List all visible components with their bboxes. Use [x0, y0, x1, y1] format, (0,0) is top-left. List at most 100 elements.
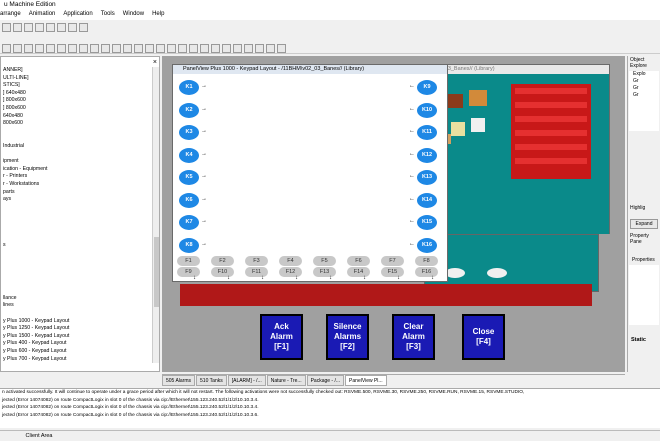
explorer-tree-item[interactable]: y Plus 700 - Keypad Layout [1, 356, 159, 364]
function-key-top[interactable]: F2 [211, 256, 234, 266]
menu-arrange[interactable]: arrange [0, 11, 21, 20]
keypad-layout-window[interactable]: PanelView Plus 1000 - Keypad Layout - /1… [172, 64, 448, 282]
keypad-key-right[interactable]: K14 [417, 192, 437, 208]
explorer-tree-item[interactable] [1, 211, 159, 219]
menu-window[interactable]: Window [123, 11, 144, 20]
explorer-tree-item[interactable]: y Plus 600 - Keypad Layout [1, 348, 159, 356]
explorer-tree-item[interactable] [1, 272, 159, 280]
explorer-tree-item[interactable]: r - Workstations [1, 181, 159, 189]
silence-alarms-button[interactable]: Silence Alarms [F2] [326, 314, 369, 360]
function-key-top[interactable]: F1 [177, 256, 200, 266]
function-key-bottom[interactable]: F9 [177, 267, 200, 277]
zoom-in-icon[interactable] [134, 43, 143, 53]
bring-front-icon[interactable] [222, 43, 231, 53]
tab-alarm[interactable]: [ALARM] - /... [227, 375, 266, 386]
keypad-key-left[interactable]: K6 [179, 192, 199, 208]
library-window[interactable]: ...40_03_Banes// (Library) [420, 64, 610, 234]
keypad-key-right[interactable]: K16 [417, 237, 437, 253]
explorer-tree-item[interactable] [1, 280, 159, 288]
align-left-icon[interactable] [167, 43, 176, 53]
function-key-bottom[interactable]: F11 [245, 267, 268, 277]
close-button[interactable]: Close [F4] [462, 314, 505, 360]
flip-icon[interactable] [255, 43, 264, 53]
send-back-icon[interactable] [233, 43, 242, 53]
explorer-tree-item[interactable]: ULTI-LINE] [1, 75, 159, 83]
menu-application[interactable]: Application [63, 11, 92, 20]
object-tree-item[interactable]: Gr [633, 78, 659, 85]
explorer-tree-item[interactable] [1, 234, 159, 242]
ellipse-icon[interactable] [35, 43, 44, 53]
menu-tools[interactable]: Tools [101, 11, 115, 20]
keypad-key-left[interactable]: K5 [179, 170, 199, 185]
explorer-tree-item[interactable]: s [1, 242, 159, 250]
explorer-tree-item[interactable]: ipment [1, 158, 159, 166]
explorer-tree-item[interactable] [1, 151, 159, 159]
explorer-tree-item[interactable] [1, 264, 159, 272]
explorer-tree-item[interactable] [1, 128, 159, 136]
keypad-key-right[interactable]: K10 [417, 102, 437, 118]
explorer-tree-item[interactable]: y Plus 1250 - Keypad Layout [1, 325, 159, 333]
grid-icon[interactable] [156, 43, 165, 53]
explorer-tree-item[interactable]: 640x480 [1, 113, 159, 121]
gauge-icon[interactable] [101, 43, 110, 53]
clear-alarm-button[interactable]: Clear Alarm [F3] [392, 314, 435, 360]
function-key-bottom[interactable]: F15 [381, 267, 404, 277]
explorer-tree-item[interactable]: lines [1, 302, 159, 310]
menu-help[interactable]: Help [152, 11, 164, 20]
tab-505-alarms[interactable]: 505 Alarms [162, 375, 196, 386]
explorer-tree-item[interactable] [1, 310, 159, 318]
explorer-tree-item[interactable]: ] 800x600 [1, 97, 159, 105]
align-right-icon[interactable] [189, 43, 198, 53]
keypad-key-left[interactable]: K4 [179, 147, 199, 163]
explorer-tree-item[interactable]: y Plus 1000 - Keypad Layout [1, 318, 159, 326]
graph-icon[interactable] [112, 43, 121, 53]
select-icon[interactable] [2, 43, 11, 53]
function-key-top[interactable]: F8 [415, 256, 438, 266]
function-key-bottom[interactable]: F13 [313, 267, 336, 277]
menu-animation[interactable]: Animation [29, 11, 56, 20]
text-icon[interactable] [57, 43, 66, 53]
explorer-tree-item[interactable] [1, 257, 159, 265]
copy-icon[interactable] [46, 22, 55, 32]
run-icon[interactable] [266, 43, 275, 53]
polygon-icon[interactable] [46, 43, 55, 53]
explorer-tree-item[interactable] [1, 226, 159, 234]
expand-button[interactable]: Expand [630, 219, 658, 229]
cut-icon[interactable] [35, 22, 44, 32]
explorer-tree-item[interactable]: y Plus 400 - Keypad Layout [1, 340, 159, 348]
align-center-icon[interactable] [178, 43, 187, 53]
function-key-top[interactable]: F4 [279, 256, 302, 266]
explorer-scrollbar[interactable] [152, 67, 159, 363]
group-icon[interactable] [200, 43, 209, 53]
explorer-tree-item[interactable]: STICS] [1, 82, 159, 90]
alarm-icon[interactable] [123, 43, 132, 53]
tab-nature[interactable]: Nature - Tre... [266, 375, 306, 386]
keypad-key-right[interactable]: K9 [417, 80, 437, 95]
explorer-tree-item[interactable]: ] 800x600 [1, 105, 159, 113]
keypad-key-right[interactable]: K11 [417, 125, 437, 140]
image-icon[interactable] [68, 43, 77, 53]
rotate-icon[interactable] [244, 43, 253, 53]
properties-grid[interactable] [629, 265, 659, 325]
explorer-tree-item[interactable] [1, 135, 159, 143]
explorer-tree-item[interactable] [1, 219, 159, 227]
tab-package[interactable]: Package - /... [306, 375, 345, 386]
ack-alarm-button[interactable]: Ack Alarm [F1] [260, 314, 303, 360]
numeric-display-icon[interactable] [90, 43, 99, 53]
explorer-tree-item[interactable] [1, 249, 159, 257]
object-tree-item[interactable]: Explo [633, 71, 659, 78]
keypad-key-left[interactable]: K2 [179, 102, 199, 118]
function-key-top[interactable]: F6 [347, 256, 370, 266]
function-key-top[interactable]: F3 [245, 256, 268, 266]
keypad-key-right[interactable]: K12 [417, 147, 437, 163]
explorer-tree-item[interactable]: parts [1, 189, 159, 197]
object-tree-item[interactable]: Gr [633, 85, 659, 92]
ungroup-icon[interactable] [211, 43, 220, 53]
keypad-key-left[interactable]: K3 [179, 125, 199, 140]
tab-panelview[interactable]: PanelView Pl... [345, 375, 387, 386]
explorer-tree-item[interactable]: Industrial [1, 143, 159, 151]
explorer-tree-item[interactable] [1, 204, 159, 212]
button-tool-icon[interactable] [79, 43, 88, 53]
function-key-top[interactable]: F5 [313, 256, 336, 266]
undo-icon[interactable] [68, 22, 77, 32]
